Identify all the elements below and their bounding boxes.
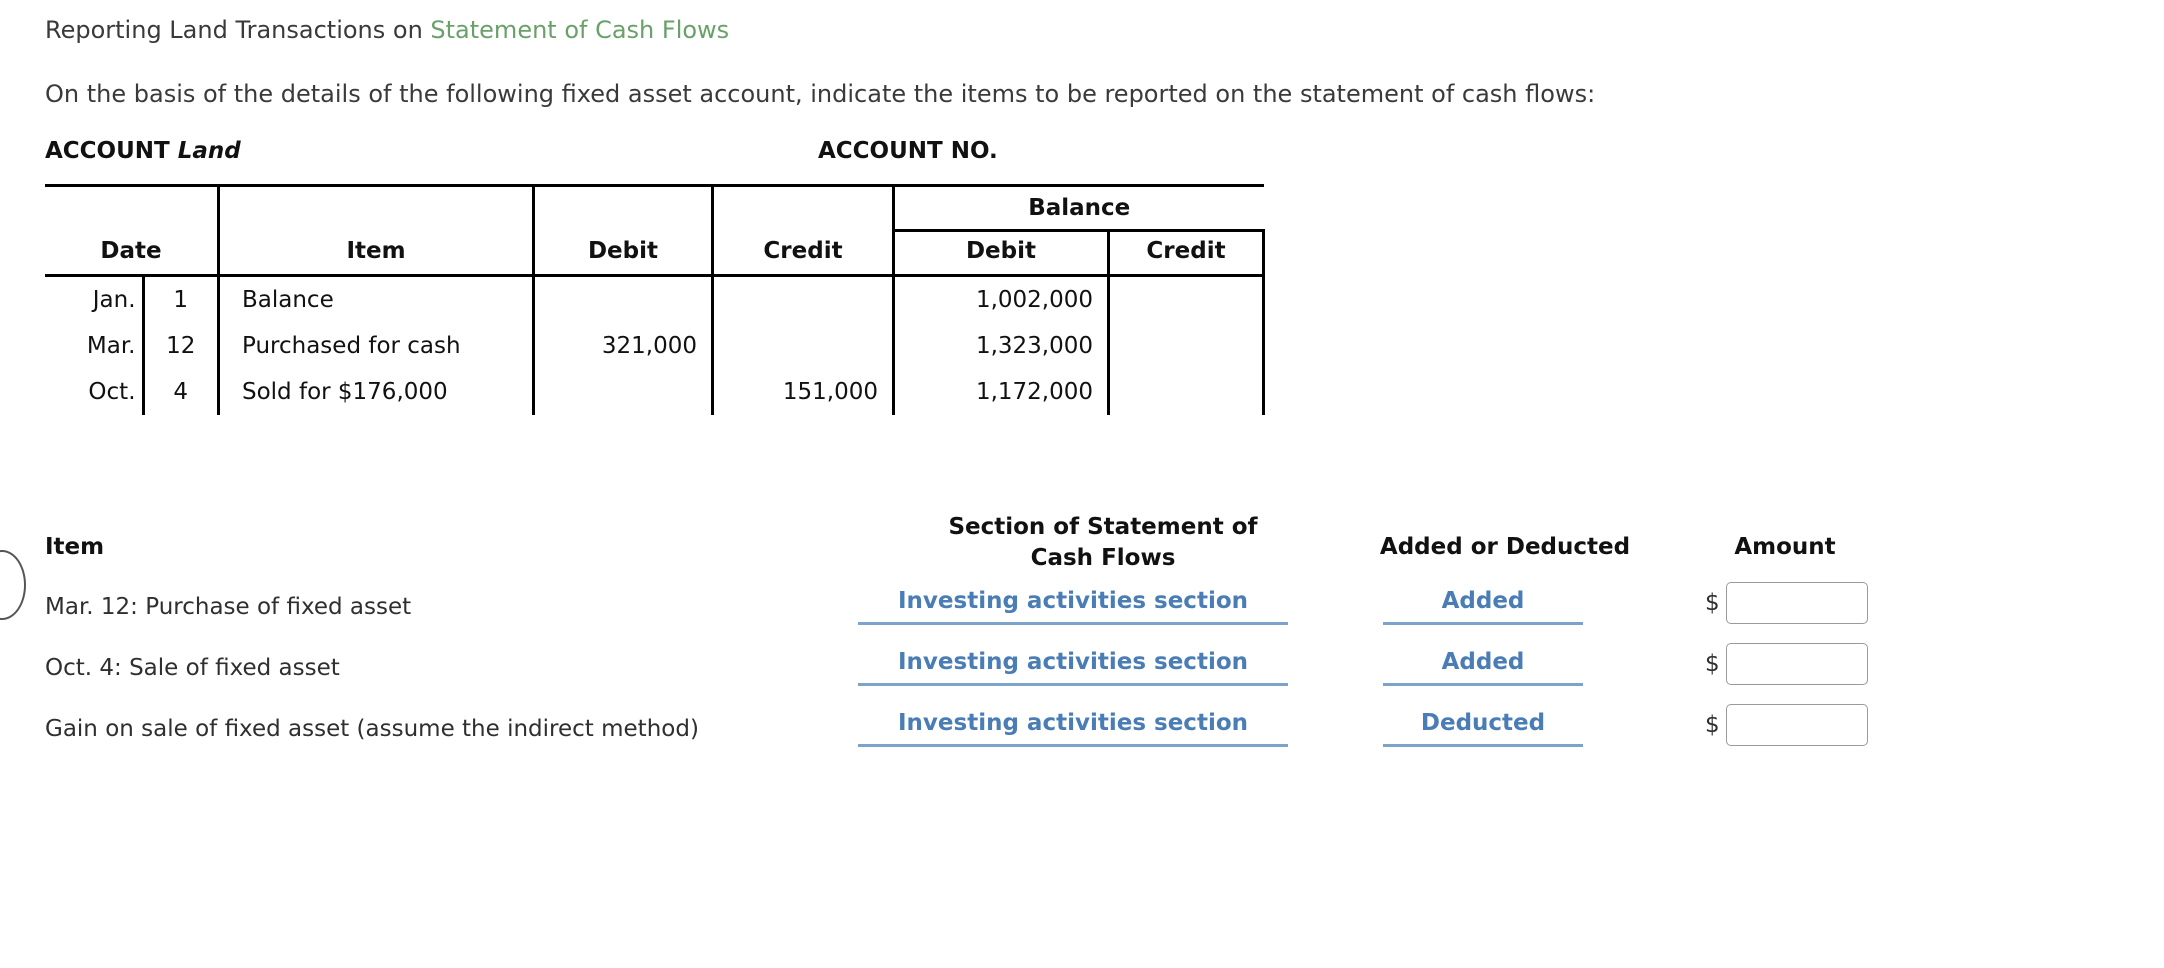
answer-header-item: Item (45, 534, 105, 560)
spacer-month (45, 184, 143, 231)
cell-balance-credit (1107, 275, 1265, 323)
cell-balance-debit: 1,002,000 (892, 275, 1109, 323)
spacer-credit (711, 184, 894, 231)
instructions-text: On the basis of the details of the follo… (45, 80, 1596, 108)
page-title: Reporting Land Transactions on Statement… (45, 16, 729, 44)
section-dropdown-3[interactable]: Investing activities section (858, 710, 1288, 747)
section-dropdown-2[interactable]: Investing activities section (858, 649, 1288, 686)
section-dropdown-1[interactable]: Investing activities section (858, 588, 1288, 625)
ledger-group-header-row: Balance (45, 184, 1264, 232)
answer-row-label: Oct. 4: Sale of fixed asset (45, 655, 340, 681)
added-deducted-dropdown-3[interactable]: Deducted (1383, 710, 1583, 747)
amount-input-1[interactable] (1725, 582, 1868, 624)
added-deducted-dropdown-2-value[interactable]: Added (1383, 649, 1583, 686)
answer-row: Oct. 4: Sale of fixed asset Investing ac… (45, 643, 1868, 704)
cell-month: Jan. (92, 287, 136, 313)
account-header: ACCOUNT Land (45, 138, 241, 164)
ledger-table: Balance Date Item Debit Credit Debit Cre… (45, 184, 1265, 415)
answer-section: Item Section of Statement of Cash Flows … (45, 512, 1868, 765)
answer-row-label: Gain on sale of fixed asset (assume the … (45, 716, 699, 742)
cell-credit (711, 323, 894, 369)
cell-day: 4 (141, 369, 219, 415)
added-deducted-dropdown-1[interactable]: Added (1383, 588, 1583, 625)
answer-header-section-line2: Cash Flows (1030, 545, 1176, 572)
amount-input-2[interactable] (1725, 643, 1868, 685)
page-edge-decoration (0, 550, 26, 620)
cell-item: Purchased for cash (217, 323, 534, 369)
spacer-debit (532, 184, 713, 231)
section-dropdown-2-value[interactable]: Investing activities section (858, 649, 1288, 686)
cell-day: 1 (141, 275, 219, 323)
amount-input-3[interactable] (1725, 704, 1868, 746)
answer-row: Gain on sale of fixed asset (assume the … (45, 704, 1868, 765)
cell-month: Oct. (88, 379, 136, 405)
cell-balance-credit (1107, 369, 1265, 415)
added-deducted-dropdown-3-value[interactable]: Deducted (1383, 710, 1583, 747)
amount-field-group-2: $ (1705, 643, 1868, 685)
table-row: Mar. 12 Purchased for cash 321,000 1,323… (45, 323, 1265, 369)
column-header-debit: Debit (532, 230, 713, 277)
currency-symbol: $ (1705, 651, 1720, 677)
cell-day: 12 (141, 323, 219, 369)
column-header-credit: Credit (711, 230, 894, 277)
account-name: Land (177, 138, 241, 164)
account-number-label: ACCOUNT NO. (818, 138, 998, 164)
table-row: Jan. 1 Balance 1,002,000 (45, 275, 1265, 323)
balance-group-header: Balance (892, 184, 1264, 232)
currency-symbol: $ (1705, 590, 1720, 616)
answer-row: Mar. 12: Purchase of fixed asset Investi… (45, 582, 1868, 643)
account-label: ACCOUNT (45, 138, 178, 164)
answer-header-section: Section of Statement of Cash Flows (883, 512, 1323, 574)
spacer-item (217, 184, 534, 231)
cell-debit: 321,000 (532, 323, 713, 369)
cell-balance-credit (1107, 323, 1265, 369)
column-header-item: Item (217, 230, 534, 277)
cell-balance-debit: 1,323,000 (892, 323, 1109, 369)
currency-symbol: $ (1705, 712, 1720, 738)
cell-item: Sold for $176,000 (217, 369, 534, 415)
column-header-balance-debit: Debit (892, 230, 1109, 277)
cell-credit (711, 275, 894, 323)
cell-month: Mar. (86, 333, 136, 359)
amount-field-group-1: $ (1705, 582, 1868, 624)
ledger-header-row: Date Item Debit Credit Debit Credit (45, 230, 1265, 277)
column-header-balance-credit: Credit (1107, 230, 1265, 277)
answer-header-section-line1: Section of Statement of (948, 514, 1258, 540)
table-row: Oct. 4 Sold for $176,000 151,000 1,172,0… (45, 369, 1265, 415)
cell-item: Balance (217, 275, 534, 323)
answer-header-amount: Amount (1734, 534, 1836, 560)
page-title-link: Statement of Cash Flows (430, 16, 730, 44)
page-title-prefix: Reporting Land Transactions on (45, 16, 431, 44)
section-dropdown-1-value[interactable]: Investing activities section (858, 588, 1288, 625)
answer-header-added-or-deducted: Added or Deducted (1379, 534, 1631, 560)
cell-credit: 151,000 (711, 369, 894, 415)
column-header-date: Date (45, 230, 219, 277)
section-dropdown-3-value[interactable]: Investing activities section (858, 710, 1288, 747)
added-deducted-dropdown-1-value[interactable]: Added (1383, 588, 1583, 625)
cell-debit (532, 369, 713, 415)
answer-row-label: Mar. 12: Purchase of fixed asset (45, 594, 412, 620)
added-deducted-dropdown-2[interactable]: Added (1383, 649, 1583, 686)
spacer-day (143, 184, 219, 231)
cell-debit (532, 275, 713, 323)
answer-header-row: Item Section of Statement of Cash Flows … (45, 512, 1845, 582)
cell-balance-debit: 1,172,000 (892, 369, 1109, 415)
amount-field-group-3: $ (1705, 704, 1868, 746)
